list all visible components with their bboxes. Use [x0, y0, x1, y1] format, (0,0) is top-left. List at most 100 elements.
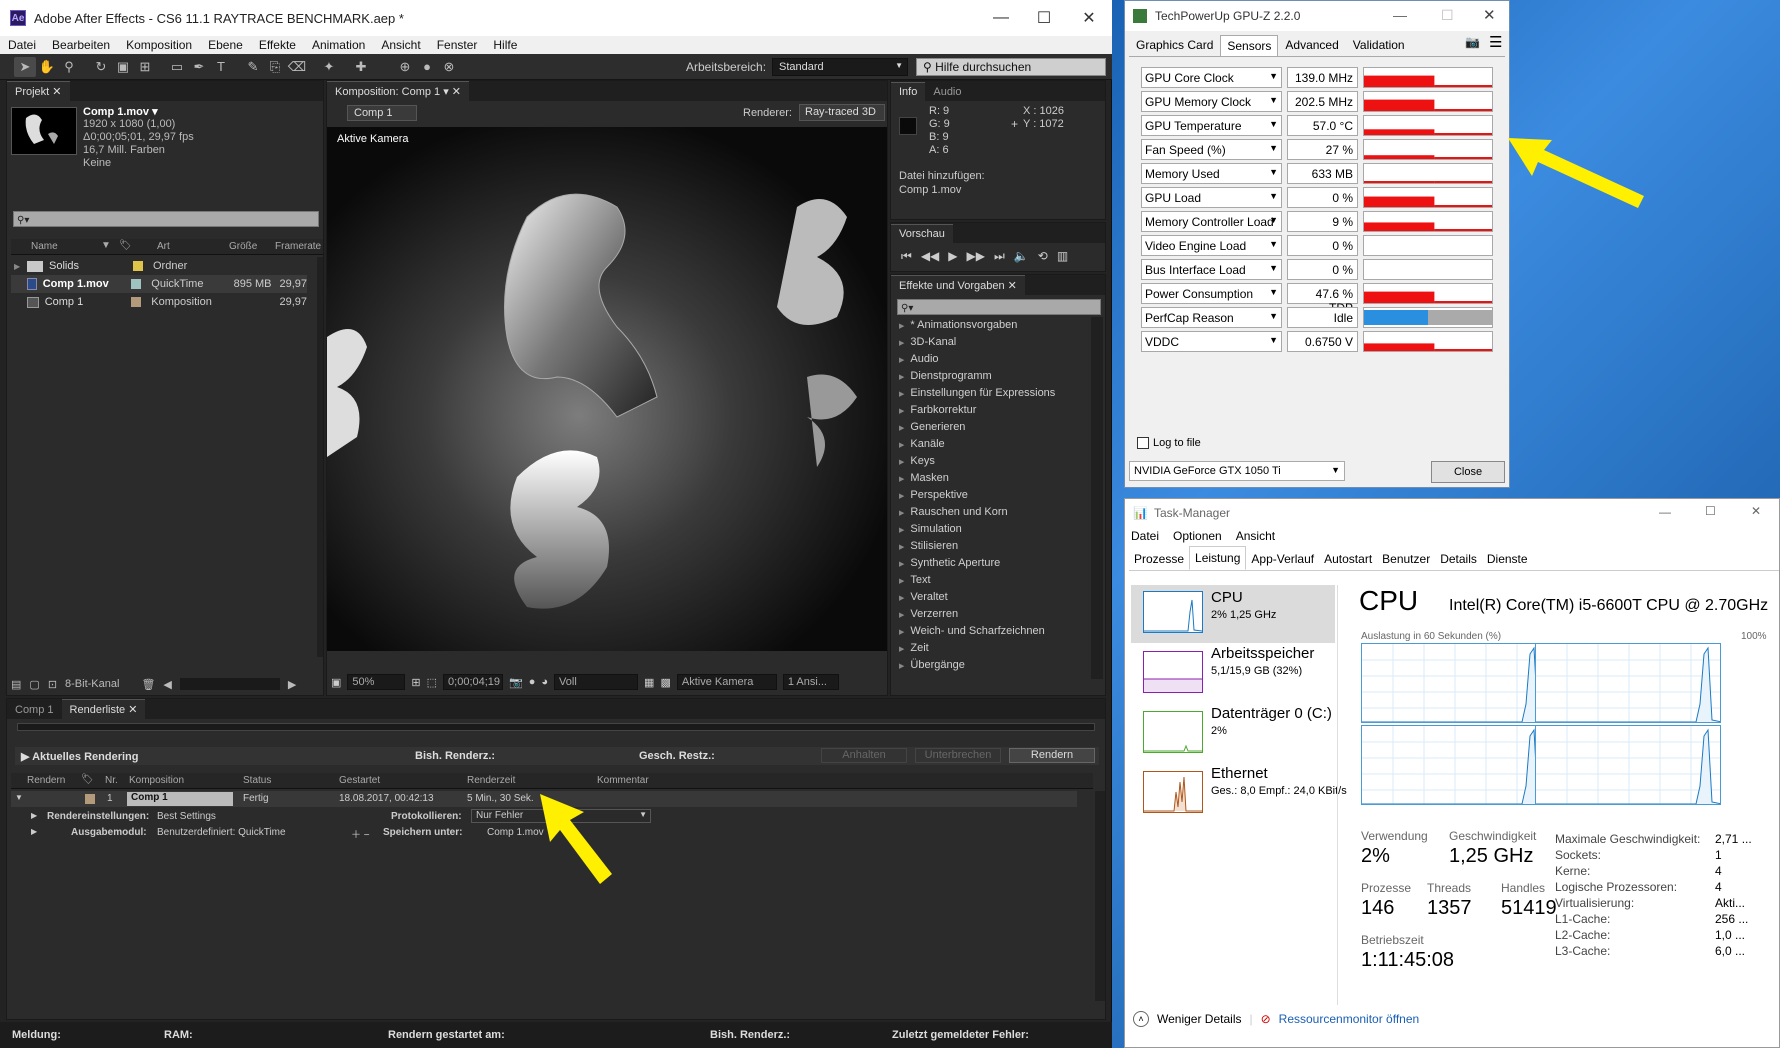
side-item-ethernet[interactable]: Ethernet Ges.: 8,0 Empf.: 24,0 KBit/s	[1131, 765, 1347, 823]
transparency-grid-icon[interactable]: ▩	[660, 676, 670, 689]
effects-category[interactable]: Text	[895, 572, 1085, 589]
tab-autostart[interactable]: Autostart	[1319, 548, 1377, 570]
scroll-right-icon[interactable]: ▶	[288, 678, 296, 691]
sort-icon[interactable]: ▼	[101, 240, 111, 251]
render-scrollbar[interactable]	[1095, 791, 1105, 1001]
log-to-file-checkbox[interactable]: Log to file	[1137, 437, 1201, 449]
tab-details[interactable]: Details	[1435, 548, 1482, 570]
minimize-button[interactable]: —	[1393, 7, 1407, 23]
fewer-details-link[interactable]: Weniger Details	[1157, 1012, 1241, 1026]
effects-category[interactable]: Stilisieren	[895, 538, 1085, 555]
pen-tool-icon[interactable]: ✒	[188, 57, 210, 77]
pause-button[interactable]: Anhalten	[821, 748, 907, 763]
sensor-name-select[interactable]: Bus Interface Load ▼	[1141, 259, 1282, 280]
pan-behind-tool-icon[interactable]: ⊞	[134, 57, 156, 77]
sensor-name-select[interactable]: GPU Core Clock ▼	[1141, 67, 1282, 88]
dropdown-icon[interactable]: ▼	[1269, 239, 1278, 249]
resource-monitor-link[interactable]: Ressourcenmonitor öffnen	[1279, 1012, 1420, 1026]
dropdown-icon[interactable]: ▼	[1269, 191, 1278, 201]
tab-projekt[interactable]: Projekt ✕	[7, 81, 70, 101]
dropdown-icon[interactable]: ▼	[1269, 71, 1278, 81]
hand-tool-icon[interactable]: ✋	[36, 57, 58, 77]
collapse-icon[interactable]: ▼	[15, 793, 23, 802]
effects-category[interactable]: Einstellungen für Expressions	[895, 385, 1085, 402]
rectangle-tool-icon[interactable]: ▭	[166, 57, 188, 77]
render-settings-value[interactable]: Best Settings	[157, 811, 216, 822]
view-select[interactable]: Aktive Kamera	[676, 674, 777, 690]
effects-category[interactable]: Keys	[895, 453, 1085, 470]
minimize-button[interactable]: —	[1659, 505, 1671, 519]
mask-icon[interactable]: ⬚	[427, 676, 437, 689]
trash-icon[interactable]: 🗑	[141, 678, 155, 691]
sensor-name-select[interactable]: Fan Speed (%) ▼	[1141, 139, 1282, 160]
add-output-icon[interactable]: ＋ −	[351, 826, 370, 841]
roi-icon[interactable]: ▦	[644, 676, 654, 689]
roto-brush-tool-icon[interactable]: ✦	[318, 57, 340, 77]
tab-app-verlauf[interactable]: App-Verlauf	[1246, 548, 1319, 570]
menu-bearbeiten[interactable]: Bearbeiten	[44, 38, 118, 52]
minimize-button[interactable]: —	[978, 0, 1024, 36]
sensor-name-select[interactable]: Power Consumption ▼	[1141, 283, 1282, 304]
render-button[interactable]: Rendern	[1009, 748, 1095, 763]
menu-datei[interactable]: Datei	[1131, 529, 1159, 543]
effects-category[interactable]: Generieren	[895, 419, 1085, 436]
effects-category[interactable]: Weich- und Scharfzeichnen	[895, 623, 1085, 640]
menu-ebene[interactable]: Ebene	[200, 38, 251, 52]
renderer-select[interactable]: Ray-traced 3D	[799, 104, 885, 121]
menu-hilfe[interactable]: Hilfe	[485, 38, 525, 52]
sensor-name-select[interactable]: PerfCap Reason ▼	[1141, 307, 1282, 328]
effects-category[interactable]: Audio	[895, 351, 1085, 368]
tab-graphics-card[interactable]: Graphics Card	[1129, 34, 1220, 56]
gpuz-close-button[interactable]: Close	[1431, 461, 1505, 483]
axis-local-icon[interactable]: ⊕	[394, 57, 416, 77]
eraser-tool-icon[interactable]: ⌫	[286, 57, 308, 77]
output-module-value[interactable]: Benutzerdefiniert: QuickTime	[157, 827, 286, 838]
menu-datei[interactable]: Datei	[0, 38, 44, 52]
gpu-select[interactable]: NVIDIA GeForce GTX 1050 Ti ▼	[1129, 461, 1345, 481]
tab-composition[interactable]: Komposition: Comp 1 ▾ ✕	[327, 81, 470, 101]
expand-icon[interactable]: ▶	[31, 827, 37, 836]
col-size[interactable]: Größe	[229, 241, 257, 252]
tab-preview[interactable]: Vorschau	[891, 224, 953, 243]
audio-icon[interactable]: 🔈	[1014, 249, 1029, 264]
last-frame-icon[interactable]: ⏭	[994, 249, 1005, 264]
axis-world-icon[interactable]: ●	[416, 57, 438, 77]
tab-advanced[interactable]: Advanced	[1278, 34, 1345, 56]
project-row-comp1[interactable]: Comp 1 Komposition 29,97	[11, 293, 307, 311]
effects-category[interactable]: Veraltet	[895, 589, 1085, 606]
effects-category[interactable]: Simulation	[895, 521, 1085, 538]
maximize-button[interactable]: ☐	[1441, 7, 1454, 24]
project-row-solids[interactable]: ▶ Solids Ordner	[11, 257, 307, 275]
effects-category[interactable]: Perspektive	[895, 487, 1085, 504]
comp-viewer[interactable]: Aktive Kamera	[327, 127, 887, 651]
expand-icon[interactable]: ▶	[31, 811, 37, 820]
text-tool-icon[interactable]: T	[210, 57, 232, 77]
tab-audio[interactable]: Audio	[925, 83, 970, 101]
dropdown-icon[interactable]: ▼	[1269, 263, 1278, 273]
effects-category[interactable]: Zeit	[895, 640, 1085, 657]
sensor-name-select[interactable]: VDDC ▼	[1141, 331, 1282, 352]
next-frame-icon[interactable]: ▶▶	[967, 249, 985, 264]
zoom-tool-icon[interactable]: ⚲	[58, 57, 80, 77]
maximize-button[interactable]: ☐	[1021, 0, 1067, 36]
col-art[interactable]: Art	[157, 241, 170, 252]
dropdown-icon[interactable]: ▼	[1269, 215, 1278, 225]
sensor-name-select[interactable]: Memory Controller Load ▼	[1141, 211, 1282, 232]
col-framerate[interactable]: Framerate	[275, 241, 321, 252]
chevron-up-icon[interactable]: ˄	[1133, 1011, 1149, 1027]
effects-category[interactable]: Übergänge	[895, 657, 1085, 674]
col-name[interactable]: Name	[31, 241, 58, 252]
expand-icon[interactable]: ▶	[11, 262, 23, 271]
rotate-tool-icon[interactable]: ↻	[90, 57, 112, 77]
menu-ansicht[interactable]: Ansicht	[373, 38, 428, 52]
effects-search-input[interactable]: ⚲▾	[897, 299, 1101, 315]
menu-effekte[interactable]: Effekte	[251, 38, 304, 52]
tab-effects[interactable]: Effekte und Vorgaben ✕	[891, 275, 1025, 295]
maximize-button[interactable]: ☐	[1705, 504, 1716, 518]
menu-komposition[interactable]: Komposition	[118, 38, 200, 52]
tab-info[interactable]: Info	[891, 82, 926, 101]
effects-category[interactable]: Synthetic Aperture	[895, 555, 1085, 572]
menu-ansicht[interactable]: Ansicht	[1236, 529, 1275, 543]
grid-icon[interactable]: ⊞	[411, 676, 420, 689]
project-item-name[interactable]: Comp 1.mov ▾	[83, 105, 158, 118]
